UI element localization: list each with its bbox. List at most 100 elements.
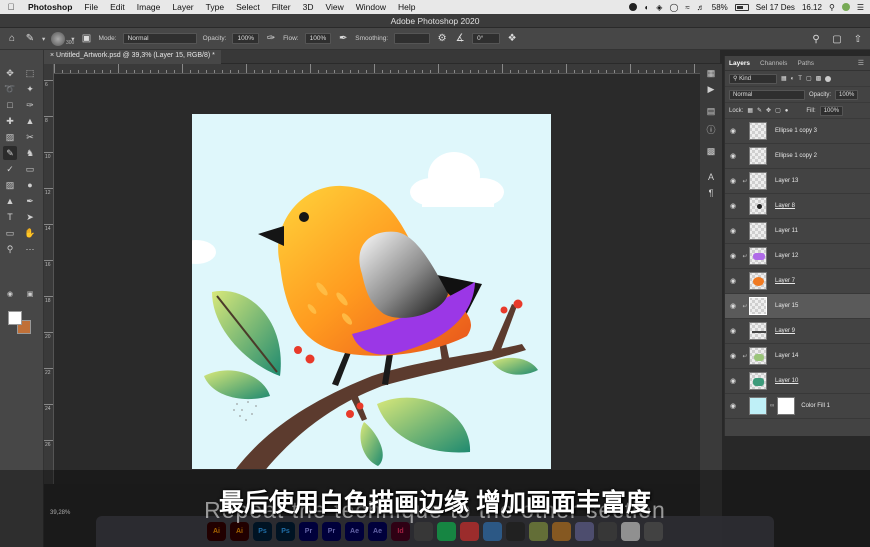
dropbox-icon[interactable]: ◈ [656, 3, 662, 12]
workspace-icon[interactable]: ▢ [831, 33, 843, 45]
smoothing-gear-icon[interactable]: ⚙ [436, 33, 448, 45]
blur-tool-icon[interactable]: ● [23, 178, 37, 192]
sync-icon[interactable]: ◯ [669, 3, 678, 12]
blend-mode-select[interactable]: Normal [729, 89, 805, 100]
brush-tool-icon[interactable]: ✎ [3, 146, 17, 160]
document-tab[interactable]: × Untitled_Artwork.psd @ 39,3% (Layer 15… [44, 50, 221, 64]
layer-row[interactable]: ◉ ↵ Layer 14 [725, 344, 870, 369]
more-tools-icon[interactable]: ⋯ [23, 242, 37, 256]
clone-stamp-tool-icon[interactable]: ▲ [23, 114, 37, 128]
dodge-tool-icon[interactable]: ▲ [3, 194, 17, 208]
siri-icon[interactable] [841, 3, 850, 11]
brush-tool-preset-icon[interactable]: ✎ [24, 33, 36, 45]
layer-row[interactable]: ◉ ∞ Color Fill 1 [725, 394, 870, 419]
filter-pixel-icon[interactable]: ▦ [781, 75, 787, 82]
shape-tool-icon[interactable]: ▭ [3, 226, 17, 240]
visibility-eye-icon[interactable]: ◉ [725, 302, 741, 310]
layer-name[interactable]: Layer 10 [775, 378, 798, 384]
menubar-time[interactable]: 16.12 [802, 3, 822, 12]
menu-view[interactable]: View [319, 2, 349, 12]
brush-preview[interactable] [51, 31, 66, 46]
tab-paths[interactable]: Paths [797, 60, 814, 67]
menu-window[interactable]: Window [350, 2, 392, 12]
foreground-color-swatch[interactable] [8, 311, 22, 325]
filter-shape-icon[interactable]: ▢ [806, 75, 812, 82]
layer-name[interactable]: Layer 12 [775, 253, 798, 259]
layer-row[interactable]: ◉ Layer 8 [725, 194, 870, 219]
menu-image[interactable]: Image [131, 2, 167, 12]
filter-smart-icon[interactable]: ▩ [816, 75, 822, 82]
layer-name[interactable]: Color Fill 1 [801, 403, 830, 409]
battery-icon[interactable] [734, 3, 749, 11]
tab-channels[interactable]: Channels [760, 60, 787, 67]
share-icon[interactable]: ⇧ [852, 33, 864, 45]
menu-file[interactable]: File [78, 2, 104, 12]
layer-row[interactable]: ◉ Ellipse 1 copy 2 [725, 144, 870, 169]
menu-edit[interactable]: Edit [104, 2, 131, 12]
lock-transparent-icon[interactable]: ▦ [747, 107, 753, 114]
spotlight-search-icon[interactable]: ⚲ [829, 3, 835, 12]
type-tool-icon[interactable]: T [3, 210, 17, 224]
visibility-eye-icon[interactable]: ◉ [725, 377, 741, 385]
volume-icon[interactable]: ♬ [697, 3, 705, 12]
history-brush-tool-icon[interactable]: ✓ [3, 162, 17, 176]
angle-field[interactable]: 0° [472, 33, 501, 44]
lock-artboard-icon[interactable]: ▢ [775, 107, 781, 114]
hand-tool-icon[interactable]: ✋ [23, 226, 37, 240]
visibility-eye-icon[interactable]: ◉ [725, 177, 741, 185]
layer-name[interactable]: Layer 11 [775, 228, 798, 234]
info-panel-icon[interactable]: ⓘ [704, 122, 718, 136]
scissors-tool-icon[interactable]: ✂ [23, 130, 37, 144]
healing-tool-icon[interactable]: ✚ [3, 114, 17, 128]
path-select-tool-icon[interactable]: ➤ [23, 210, 37, 224]
visibility-eye-icon[interactable]: ◉ [725, 127, 741, 135]
adjustments-panel-icon[interactable]: ▤ [704, 104, 718, 118]
filter-toggle-icon[interactable] [825, 75, 832, 82]
flow-field[interactable]: 100% [304, 33, 332, 44]
lock-paint-icon[interactable]: ✎ [757, 107, 762, 114]
tab-layers[interactable]: Layers [729, 60, 750, 67]
apple-menu-icon[interactable]:  [0, 2, 22, 12]
layer-row-selected[interactable]: ◉ ↵ Layer 15 [725, 294, 870, 319]
lasso-tool-icon[interactable]: ➰ [3, 82, 17, 96]
layer-name[interactable]: Layer 7 [775, 278, 795, 284]
layer-name[interactable]: Ellipse 1 copy 2 [775, 153, 817, 159]
quick-select-tool-icon[interactable]: ✦ [23, 82, 37, 96]
paragraph-panel-icon[interactable]: ¶ [704, 186, 718, 200]
actions-panel-icon[interactable]: ▶ [704, 82, 718, 96]
visibility-eye-icon[interactable]: ◉ [725, 202, 741, 210]
airbrush-icon[interactable]: ✒ [337, 33, 349, 45]
layer-name[interactable]: Layer 14 [775, 353, 798, 359]
marquee-tool-icon[interactable]: ⬚ [23, 66, 37, 80]
visibility-eye-icon[interactable]: ◉ [725, 152, 741, 160]
close-tab-icon[interactable]: × [50, 52, 54, 59]
layer-row[interactable]: ◉ ↵ Layer 12 [725, 244, 870, 269]
menu-filter[interactable]: Filter [266, 2, 297, 12]
crop-tool-icon[interactable]: □ [3, 98, 17, 112]
panel-menu-icon[interactable]: ☰ [858, 59, 864, 67]
preset-chevron-icon[interactable]: ▾ [42, 35, 45, 43]
visibility-eye-icon[interactable]: ◉ [725, 252, 741, 260]
layer-row[interactable]: ◉ Ellipse 1 copy 3 [725, 119, 870, 144]
history-panel-icon[interactable]: ▦ [704, 66, 718, 80]
symmetry-icon[interactable]: ❖ [506, 33, 518, 45]
move-tool-icon[interactable]: ✥ [3, 66, 17, 80]
smoothing-field[interactable] [394, 33, 431, 44]
filter-adjust-icon[interactable]: ◐ [791, 76, 795, 82]
home-icon[interactable]: ⌂ [6, 33, 18, 45]
artwork-canvas[interactable] [192, 114, 551, 469]
swatches-panel-icon[interactable]: ▩ [704, 144, 718, 158]
pen-tool-icon[interactable]: ✒ [23, 194, 37, 208]
quick-mask-icon[interactable]: ◉ [3, 287, 17, 301]
frame-tool-icon[interactable]: ▨ [3, 130, 17, 144]
gradient-tool-icon[interactable]: ▨ [3, 178, 17, 192]
layer-row[interactable]: ◉ Layer 7 [725, 269, 870, 294]
layer-row[interactable]: ◉ ↵ Layer 13 [725, 169, 870, 194]
layer-row[interactable]: ◉ Layer 11 [725, 219, 870, 244]
screen-mode-icon[interactable]: ▣ [23, 287, 37, 301]
layer-name[interactable]: Ellipse 1 copy 3 [775, 128, 817, 134]
menu-type[interactable]: Type [200, 2, 230, 12]
menu-help[interactable]: Help [392, 2, 421, 12]
layer-name[interactable]: Layer 9 [775, 328, 795, 334]
visibility-eye-icon[interactable]: ◉ [725, 327, 741, 335]
